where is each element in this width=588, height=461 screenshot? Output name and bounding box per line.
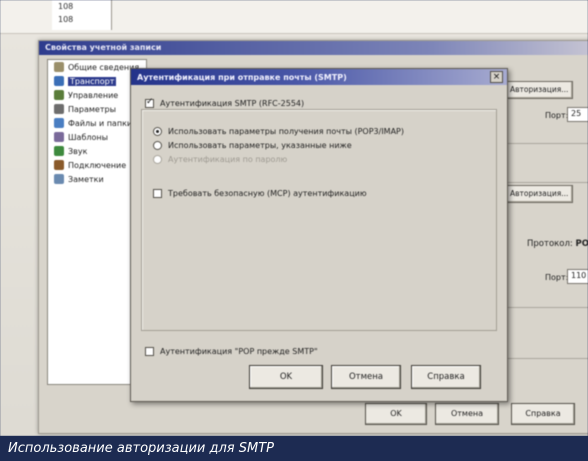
close-icon[interactable]: × [490, 71, 503, 83]
dialog-cancel-button[interactable]: Отмена [331, 365, 401, 389]
mcp-auth-label: Требовать безопасную (MCP) аутентификаци… [168, 189, 367, 198]
smtp-auth-dialog: Аутентификация при отправке почты (SMTP)… [130, 68, 508, 402]
background-cell-value: 108 [58, 15, 74, 24]
outer-help-button[interactable]: Справка [511, 403, 575, 425]
dialog-ok-button[interactable]: OK [249, 365, 323, 389]
extra-group-frame [501, 307, 588, 359]
password-auth-label: Аутентификация по паролю [168, 155, 288, 164]
tree-item-label: Подключение [68, 160, 127, 170]
tree-item-label: Общие сведения [68, 62, 140, 72]
templates-icon [54, 132, 64, 142]
smtp-auth-button[interactable]: Авторизация... [505, 81, 574, 99]
tree-item-label: Заметки [68, 174, 104, 184]
background-table: 108 108 [0, 0, 588, 34]
transport-icon [54, 76, 64, 86]
files-icon [54, 118, 64, 128]
background-cell: 108 108 [52, 0, 112, 30]
smtp-auth-checkbox-label: Аутентификация SMTP (RFC-2554) [160, 99, 305, 108]
pop-port-field[interactable]: 110 [567, 269, 588, 284]
smtp-auth-checkbox-row[interactable]: Аутентификация SMTP (RFC-2554) [145, 97, 305, 108]
pop-before-smtp-row[interactable]: Аутентификация "POP прежде SMTP" [145, 347, 318, 356]
pop-before-smtp-label: Аутентификация "POP прежде SMTP" [160, 347, 318, 356]
receive-group-frame [501, 143, 588, 183]
use-pop-settings-label: Использовать параметры получения почты (… [168, 127, 404, 136]
use-below-settings-row[interactable]: Использовать параметры, указанные ниже [153, 141, 352, 150]
tree-item-label: Транспорт [68, 76, 117, 86]
tree-item-label: Файлы и папки [68, 118, 133, 128]
outer-ok-button[interactable]: OK [365, 403, 427, 425]
tree-item-label: Звук [68, 146, 88, 156]
params-icon [54, 104, 64, 114]
use-pop-settings-radio[interactable] [153, 127, 162, 136]
screenshot-area: 108 108 Свойства учетной записи Общие св… [0, 0, 588, 436]
dialog-help-button[interactable]: Справка [411, 365, 481, 389]
use-pop-settings-row[interactable]: Использовать параметры получения почты (… [153, 127, 404, 136]
notes-icon [54, 174, 64, 184]
use-below-settings-label: Использовать параметры, указанные ниже [168, 141, 352, 150]
smtp-auth-dialog-title: Аутентификация при отправке почты (SMTP) [131, 69, 507, 85]
smtp-port-label: Порт: [545, 111, 569, 120]
outer-cancel-button[interactable]: Отмена [435, 403, 499, 425]
pop-port-label: Порт: [545, 273, 569, 282]
smtp-port-field[interactable]: 25 [567, 107, 588, 122]
protocol-label-text: Протокол: [527, 239, 573, 249]
password-auth-row: Аутентификация по паролю [153, 155, 287, 164]
protocol-value: POP3 [575, 239, 588, 249]
tree-item-label: Шаблоны [68, 132, 108, 142]
use-below-settings-radio[interactable] [153, 141, 162, 150]
password-auth-radio [153, 155, 162, 164]
background-cell-value: 108 [58, 2, 74, 11]
protocol-label: Протокол: POP3 [527, 239, 588, 249]
general-icon [54, 62, 64, 72]
smtp-auth-checkbox[interactable] [145, 97, 154, 108]
pop-auth-button[interactable]: Авторизация... [505, 185, 574, 203]
account-properties-title: Свойства учетной записи [39, 41, 588, 55]
figure-caption: Использование авторизации для SMTP [0, 436, 588, 461]
transport-settings-panel: Авторизация... Порт: 25 Авторизация... П… [501, 59, 588, 419]
manage-icon [54, 90, 64, 100]
connection-icon [54, 160, 64, 170]
mcp-auth-row[interactable]: Требовать безопасную (MCP) аутентификаци… [153, 189, 367, 198]
sound-icon [54, 146, 64, 156]
tree-item-label: Параметры [68, 104, 116, 114]
mcp-auth-checkbox[interactable] [153, 189, 162, 198]
tree-item-label: Управление [68, 90, 119, 100]
pop-before-smtp-checkbox[interactable] [145, 347, 154, 356]
